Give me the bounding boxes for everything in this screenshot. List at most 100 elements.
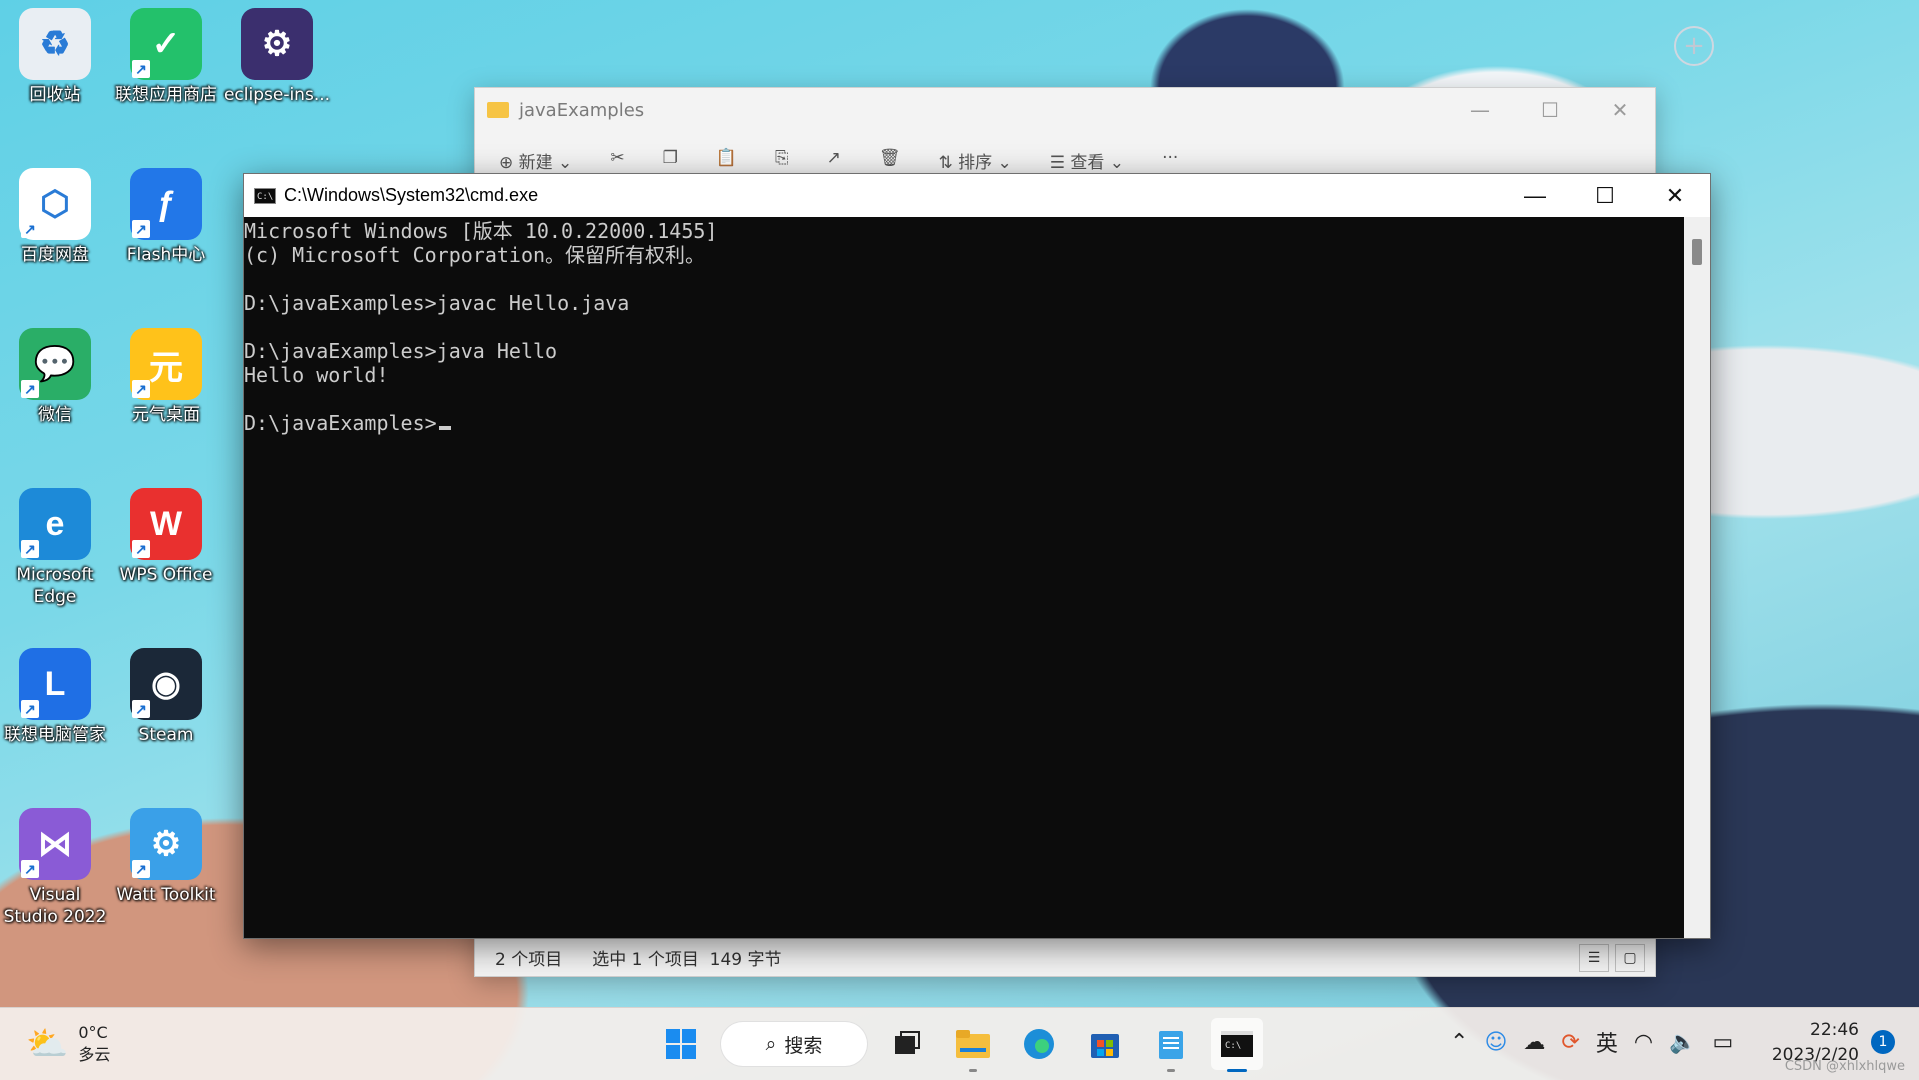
shortcut-arrow-icon: ↗ bbox=[132, 700, 150, 718]
delete-icon[interactable]: 🗑 bbox=[879, 148, 901, 173]
microsoft-store-icon bbox=[1091, 1034, 1119, 1058]
edge-icon bbox=[1024, 1029, 1054, 1059]
edge-button[interactable] bbox=[1013, 1018, 1065, 1070]
desktop-icon[interactable]: ⬡ ↗ 百度网盘 bbox=[0, 168, 110, 266]
paste-icon[interactable]: 📋 bbox=[716, 148, 737, 173]
notification-badge[interactable]: 1 bbox=[1871, 1030, 1895, 1054]
weather-temp: 0°C bbox=[78, 1023, 108, 1042]
more-options-icon[interactable]: ··· bbox=[1162, 148, 1178, 173]
close-button[interactable]: ✕ bbox=[1585, 88, 1655, 132]
desktop-icon-label: Microsoft Edge bbox=[16, 565, 94, 607]
minimize-button[interactable]: — bbox=[1500, 174, 1570, 217]
minimize-button[interactable]: — bbox=[1445, 88, 1515, 132]
folder-icon bbox=[956, 1030, 990, 1058]
weather-widget[interactable]: ⛅ 0°C 多云 bbox=[26, 1022, 110, 1066]
desktop-icon[interactable]: ⋈ ↗ Visual Studio 2022 bbox=[0, 808, 110, 928]
console-line-text: D:\javaExamples> bbox=[244, 411, 437, 435]
view-button[interactable]: ☰ 查看 ⌄ bbox=[1050, 148, 1124, 173]
wifi-icon[interactable]: ◠ bbox=[1634, 1030, 1653, 1055]
steam-icon: ◉ ↗ bbox=[130, 648, 202, 720]
ime-indicator[interactable]: 英 bbox=[1596, 1026, 1618, 1058]
cmd-icon: C:\ bbox=[1221, 1031, 1253, 1057]
cmd-titlebar[interactable]: C:\ C:\Windows\System32\cmd.exe — ☐ ✕ bbox=[244, 174, 1710, 217]
wps-office-icon: W ↗ bbox=[130, 488, 202, 560]
desktop-icon-label: 百度网盘 bbox=[21, 245, 89, 265]
maximize-button[interactable]: ☐ bbox=[1570, 174, 1640, 217]
desktop-icon-label: eclipse-ins... bbox=[223, 85, 331, 105]
desktop-icon[interactable]: ⚙ ↗ Watt Toolkit bbox=[111, 808, 221, 906]
cut-icon[interactable]: ✂ bbox=[610, 148, 624, 173]
windows-logo-icon bbox=[666, 1029, 696, 1059]
notepad-button[interactable] bbox=[1145, 1018, 1197, 1072]
desktop-icon[interactable]: 元 ↗ 元气桌面 bbox=[111, 328, 221, 426]
console-line: D:\javaExamples>javac Hello.java bbox=[244, 291, 1684, 315]
notepad-icon bbox=[1159, 1031, 1183, 1059]
task-view-button[interactable] bbox=[881, 1018, 933, 1070]
desktop-icon[interactable]: ⚙ eclipse-ins... bbox=[222, 8, 332, 106]
desktop-icon[interactable]: L ↗ 联想电脑管家 bbox=[0, 648, 110, 746]
details-view-icon[interactable]: ☰ bbox=[1579, 944, 1609, 972]
store-button[interactable] bbox=[1079, 1018, 1131, 1070]
console-scrollbar[interactable] bbox=[1684, 217, 1710, 938]
desktop-icon[interactable]: e ↗ Microsoft Edge bbox=[0, 488, 110, 608]
close-button[interactable]: ✕ bbox=[1640, 174, 1710, 217]
file-explorer-button[interactable] bbox=[947, 1018, 999, 1072]
console-line-text: Hello world! bbox=[244, 363, 389, 387]
desktop-icon[interactable]: ✓ ↗ 联想应用商店 bbox=[111, 8, 221, 106]
cmd-window[interactable]: C:\ C:\Windows\System32\cmd.exe — ☐ ✕ Mi… bbox=[243, 173, 1711, 939]
shortcut-arrow-icon: ↗ bbox=[21, 860, 39, 878]
folder-icon bbox=[487, 102, 509, 118]
running-indicator bbox=[969, 1069, 977, 1072]
tiles-view-icon[interactable]: ▢ bbox=[1615, 944, 1645, 972]
terminal-button[interactable]: C:\ bbox=[1211, 1018, 1263, 1072]
desktop-icon[interactable]: ◉ ↗ Steam bbox=[111, 648, 221, 746]
rename-icon[interactable]: ⎘ bbox=[775, 148, 789, 173]
desktop-icon-label: 微信 bbox=[38, 405, 72, 425]
sort-button-label: 排序 bbox=[958, 153, 993, 173]
console-line-text: Microsoft Windows [版本 10.0.22000.1455] bbox=[244, 219, 718, 243]
search-button[interactable]: ⌕ 搜索 bbox=[721, 1022, 867, 1066]
flash-center-icon: ƒ ↗ bbox=[130, 168, 202, 240]
sort-button[interactable]: ⇅ 排序 ⌄ bbox=[938, 148, 1011, 173]
desktop-icon-label: WPS Office bbox=[119, 565, 213, 585]
item-count: 2 个项目 bbox=[495, 949, 563, 970]
svg-text:C:\: C:\ bbox=[1225, 1041, 1241, 1051]
recycle-bin-icon: ♻ bbox=[19, 8, 91, 80]
desktop-icon[interactable]: W ↗ WPS Office bbox=[111, 488, 221, 586]
desktop-icon-label: Flash中心 bbox=[126, 245, 206, 265]
search-icon: ⌕ bbox=[765, 1033, 777, 1055]
desktop-icon[interactable]: ♻ 回收站 bbox=[0, 8, 110, 106]
console-line-text: (c) Microsoft Corporation。保留所有权利。 bbox=[244, 243, 706, 267]
visual-studio-icon: ⋈ ↗ bbox=[19, 808, 91, 880]
desktop-icon-label: 联想电脑管家 bbox=[4, 725, 106, 745]
cmd-window-controls: — ☐ ✕ bbox=[1500, 174, 1710, 217]
shortcut-arrow-icon: ↗ bbox=[132, 220, 150, 238]
selection-size: 149 字节 bbox=[709, 949, 782, 970]
weather-condition: 多云 bbox=[78, 1045, 111, 1064]
copy-icon[interactable]: ❐ bbox=[663, 148, 678, 173]
shortcut-arrow-icon: ↗ bbox=[132, 380, 150, 398]
battery-icon[interactable]: ▭ bbox=[1712, 1030, 1733, 1055]
sync-icon[interactable]: ⟳ bbox=[1561, 1030, 1579, 1055]
watermark: CSDN @xhlxhlqwe bbox=[1784, 1059, 1905, 1074]
onedrive-icon[interactable]: ☁ bbox=[1523, 1030, 1545, 1055]
lenovo-tray-icon[interactable]: ☺ bbox=[1484, 1030, 1507, 1055]
scrollbar-thumb[interactable] bbox=[1692, 239, 1702, 265]
console-line: D:\javaExamples>java Hello bbox=[244, 339, 1684, 363]
volume-icon[interactable]: 🔈 bbox=[1669, 1030, 1696, 1055]
add-desktop-button[interactable]: + bbox=[1674, 26, 1714, 66]
console-output[interactable]: Microsoft Windows [版本 10.0.22000.1455] (c… bbox=[244, 217, 1684, 938]
chevron-up-icon[interactable]: ⌃ bbox=[1450, 1030, 1468, 1055]
selection-info: 选中 1 个项目 149 字节 bbox=[592, 945, 781, 970]
start-button[interactable] bbox=[655, 1018, 707, 1070]
baidu-netdisk-icon: ⬡ ↗ bbox=[19, 168, 91, 240]
explorer-toolbar: ⊕ 新建 ⌄ ✂ ❐ 📋 ⎘ ↗ 🗑 ⇅ 排序 ⌄ ☰ 查看 ⌄ ··· bbox=[499, 148, 1178, 173]
explorer-window-controls: — ☐ ✕ bbox=[1445, 88, 1655, 132]
wechat-icon: 💬 ↗ bbox=[19, 328, 91, 400]
maximize-button[interactable]: ☐ bbox=[1515, 88, 1585, 132]
share-icon[interactable]: ↗ bbox=[827, 148, 841, 173]
new-button[interactable]: ⊕ 新建 ⌄ bbox=[499, 148, 572, 173]
desktop-icon[interactable]: ƒ ↗ Flash中心 bbox=[111, 168, 221, 266]
desktop-icon[interactable]: 💬 ↗ 微信 bbox=[0, 328, 110, 426]
